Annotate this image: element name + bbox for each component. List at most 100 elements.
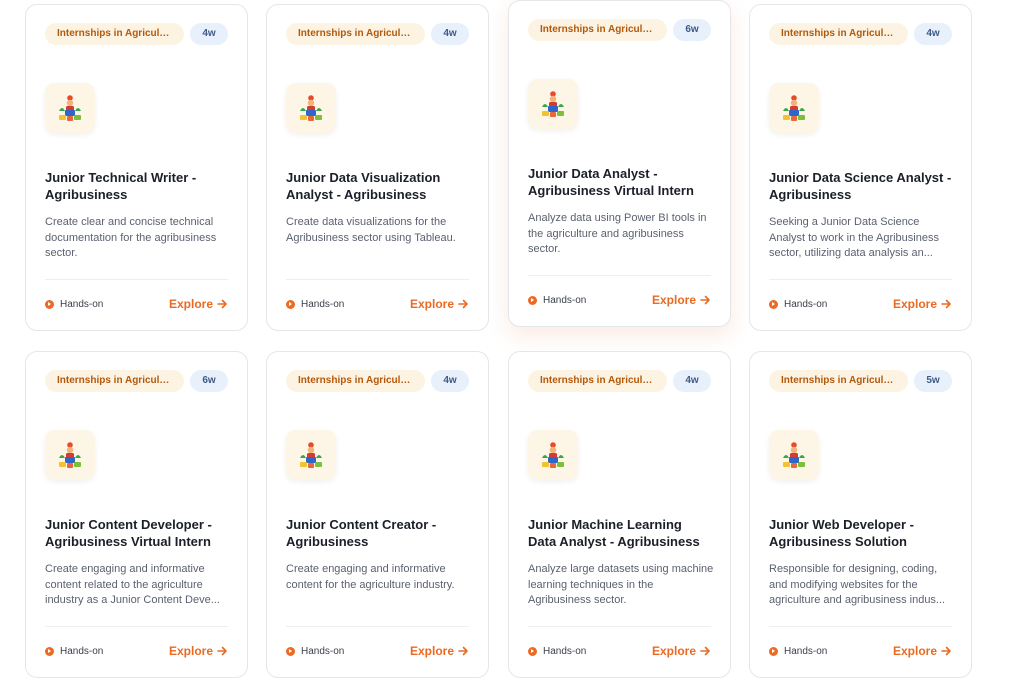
category-tag: Internships in Agricultur... (45, 370, 184, 392)
internship-card[interactable]: Internships in Agricultur... 4w Junior C… (266, 351, 489, 678)
internship-card[interactable]: Internships in Agricultur... 6w Junior D… (508, 0, 731, 327)
mode-text: Hands-on (301, 645, 345, 657)
duration-badge: 5w (914, 370, 952, 392)
card-title[interactable]: Junior Content Creator - Agribusiness (286, 516, 469, 550)
play-circle-icon (286, 646, 295, 656)
divider (528, 626, 711, 627)
arrow-right-icon (700, 295, 710, 305)
card-description: Analyze large datasets using machine lea… (528, 563, 714, 606)
explore-link[interactable]: Explore (410, 644, 469, 658)
company-logo (528, 79, 578, 129)
card-footer: Hands-on Explore (286, 297, 469, 311)
arrow-right-icon (941, 646, 951, 656)
card-footer: Hands-on Explore (528, 644, 711, 658)
card-tags: Internships in Agricultur... 4w (45, 23, 228, 45)
card-description: Create engaging and informative content … (45, 563, 220, 606)
card-title[interactable]: Junior Technical Writer - Agribusiness (45, 169, 228, 203)
mode-label: Hands-on (45, 299, 103, 310)
divider (769, 626, 952, 627)
duration-badge: 4w (190, 23, 228, 45)
mode-text: Hands-on (784, 645, 828, 657)
farmer-logo-icon (59, 442, 81, 468)
card-title[interactable]: Junior Web Developer - Agribusiness Solu… (769, 516, 952, 550)
card-tags: Internships in Agricultur... 4w (286, 23, 469, 45)
company-logo (286, 83, 336, 133)
divider (769, 279, 952, 280)
explore-link[interactable]: Explore (169, 644, 228, 658)
company-logo (769, 83, 819, 133)
play-circle-icon (769, 646, 778, 656)
explore-label: Explore (892, 644, 937, 658)
divider (286, 626, 469, 627)
mode-label: Hands-on (769, 299, 827, 310)
mode-text: Hands-on (60, 298, 104, 310)
card-title[interactable]: Junior Data Analyst - Agribusiness Virtu… (528, 165, 711, 199)
duration-badge: 4w (914, 23, 952, 45)
mode-label: Hands-on (528, 646, 586, 657)
card-footer: Hands-on Explore (769, 644, 952, 658)
card-footer: Hands-on Explore (286, 644, 469, 658)
duration-badge: 4w (673, 370, 711, 392)
farmer-logo-icon (542, 91, 564, 117)
internship-card[interactable]: Internships in Agricultur... 4w Junior D… (266, 4, 489, 331)
category-tag: Internships in Agricultur... (769, 370, 908, 392)
internship-card[interactable]: Internships in Agricultur... 5w Junior W… (749, 351, 972, 678)
duration-badge: 6w (673, 19, 711, 41)
mode-text: Hands-on (301, 298, 345, 310)
divider (286, 279, 469, 280)
explore-link[interactable]: Explore (410, 297, 469, 311)
card-title[interactable]: Junior Data Visualization Analyst - Agri… (286, 169, 469, 203)
card-tags: Internships in Agricultur... 5w (769, 370, 952, 392)
mode-text: Hands-on (60, 645, 104, 657)
card-tags: Internships in Agricultur... 4w (286, 370, 469, 392)
explore-link[interactable]: Explore (652, 644, 711, 658)
company-logo (45, 430, 95, 480)
internship-card[interactable]: Internships in Agricultur... 4w Junior T… (25, 4, 248, 331)
mode-label: Hands-on (286, 646, 344, 657)
mode-label: Hands-on (769, 646, 827, 657)
arrow-right-icon (700, 646, 710, 656)
category-tag: Internships in Agricultur... (286, 370, 425, 392)
card-description: Create data visualizations for the Agrib… (286, 216, 456, 244)
explore-label: Explore (892, 297, 937, 311)
card-title[interactable]: Junior Content Developer - Agribusiness … (45, 516, 228, 550)
explore-label: Explore (168, 297, 213, 311)
farmer-logo-icon (542, 442, 564, 468)
company-logo (45, 83, 95, 133)
arrow-right-icon (217, 299, 227, 309)
explore-link[interactable]: Explore (169, 297, 228, 311)
explore-link[interactable]: Explore (893, 644, 952, 658)
internship-card[interactable]: Internships in Agricultur... 4w Junior M… (508, 351, 731, 678)
card-tags: Internships in Agricultur... 4w (528, 370, 711, 392)
card-title[interactable]: Junior Data Science Analyst - Agribusine… (769, 169, 952, 203)
card-footer: Hands-on Explore (528, 293, 711, 307)
company-logo (769, 430, 819, 480)
card-title[interactable]: Junior Machine Learning Data Analyst - A… (528, 516, 711, 550)
category-tag: Internships in Agricultur... (528, 19, 667, 41)
card-footer: Hands-on Explore (769, 297, 952, 311)
explore-link[interactable]: Explore (893, 297, 952, 311)
card-description: Responsible for designing, coding, and m… (769, 563, 946, 606)
explore-link[interactable]: Explore (652, 293, 711, 307)
explore-label: Explore (409, 644, 454, 658)
explore-label: Explore (651, 293, 696, 307)
company-logo (286, 430, 336, 480)
play-circle-icon (528, 646, 537, 656)
duration-badge: 6w (190, 370, 228, 392)
mode-text: Hands-on (543, 294, 587, 306)
internship-card[interactable]: Internships in Agricultur... 4w Junior D… (749, 4, 972, 331)
farmer-logo-icon (783, 442, 805, 468)
internship-card[interactable]: Internships in Agricultur... 6w Junior C… (25, 351, 248, 678)
play-circle-icon (45, 299, 54, 309)
divider (45, 626, 228, 627)
card-description: Seeking a Junior Data Science Analyst to… (769, 216, 939, 259)
arrow-right-icon (458, 646, 468, 656)
card-description: Create clear and concise technical docum… (45, 216, 217, 259)
card-description: Analyze data using Power BI tools in the… (528, 212, 707, 255)
duration-badge: 4w (431, 23, 469, 45)
farmer-logo-icon (300, 95, 322, 121)
arrow-right-icon (217, 646, 227, 656)
farmer-logo-icon (783, 95, 805, 121)
divider (528, 275, 711, 276)
play-circle-icon (45, 646, 54, 656)
